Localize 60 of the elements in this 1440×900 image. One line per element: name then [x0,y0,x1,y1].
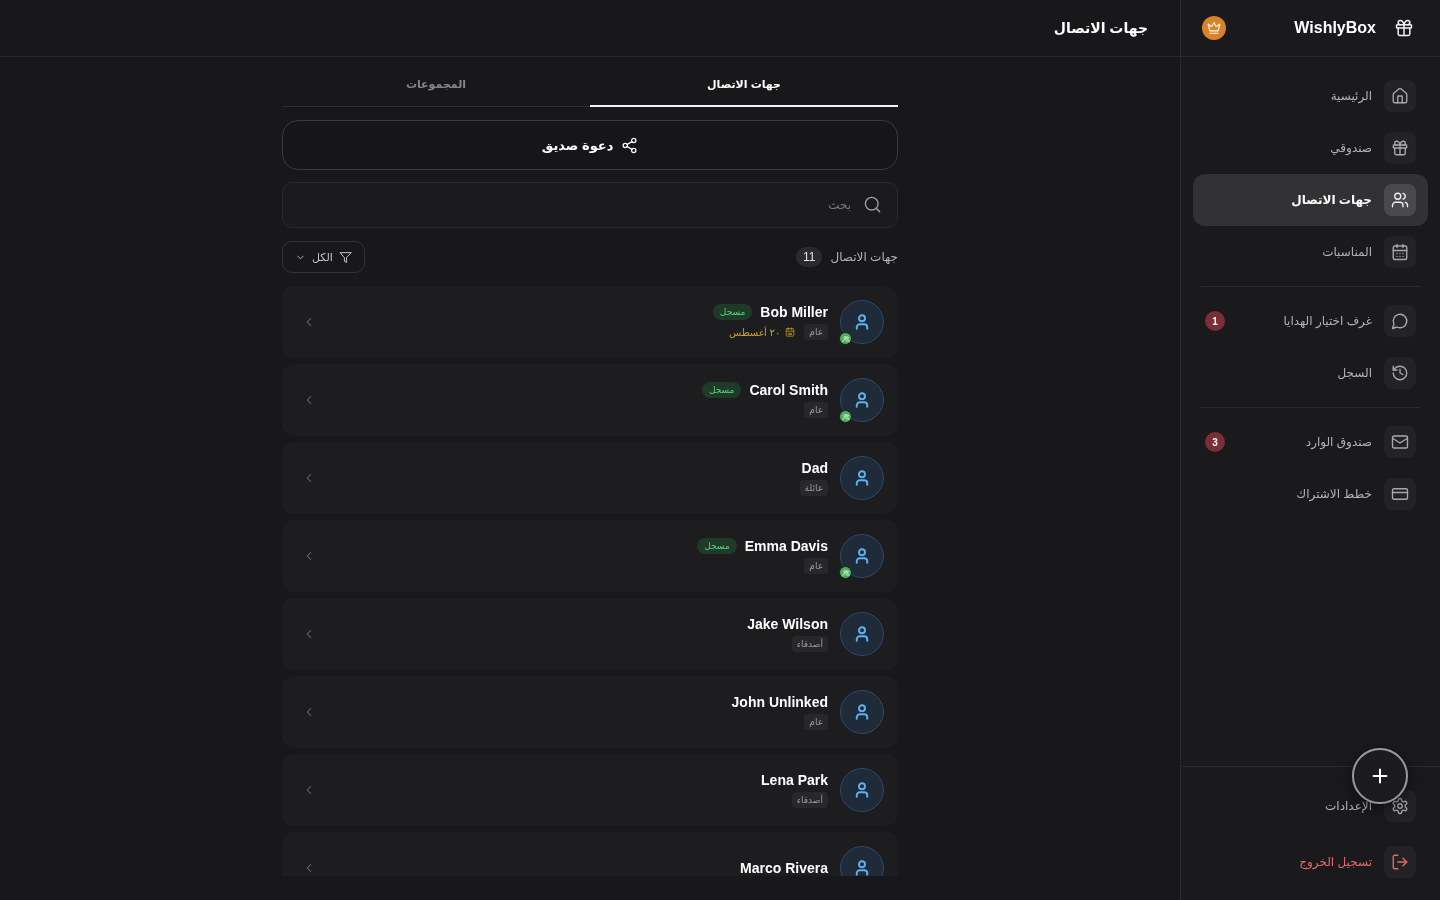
registered-badge: مسجل [697,538,737,554]
nav-item[interactable]: السجل [1193,347,1428,399]
invite-button[interactable]: دعوة صديق [282,120,898,170]
avatar-icon [840,612,884,656]
tab[interactable]: جهات الاتصال [590,59,898,107]
contact-name: Jake Wilson [747,616,828,632]
tab[interactable]: المجموعات [282,59,590,107]
avatar-icon [840,690,884,734]
contact-name: John Unlinked [731,694,828,710]
gift-icon [1394,18,1414,38]
envelope-icon [1384,426,1416,458]
nav-item[interactable]: المناسبات [1193,226,1428,278]
gift-icon [1384,132,1416,164]
contact-name: Emma Davis [744,538,828,554]
group-tag: عام [804,558,828,574]
avatar-icon [840,300,884,344]
calendar-icon [785,327,796,337]
group-tag: أصدقاء [791,792,828,808]
calendar-icon [1384,236,1416,268]
nav-item[interactable]: صندوقي [1193,122,1428,174]
nav-item[interactable]: الرئيسية [1193,70,1428,122]
group-tag: عائلة [799,480,828,496]
avatar-icon [840,768,884,812]
people-icon [1384,184,1416,216]
contact-name: Lena Park [761,772,828,788]
group-tag: عام [804,714,828,730]
contact-name: Carol Smith [749,382,828,398]
nav-item[interactable]: تسجيل الخروج [1193,836,1428,888]
filter-icon [338,250,352,264]
nav-item[interactable]: جهات الاتصال [1193,174,1428,226]
brand-name: WishlyBox [1294,19,1376,37]
page-title: جهات الاتصال [1053,20,1148,36]
avatar-icon [840,534,884,578]
chat-bubble-icon [1384,305,1416,337]
event-date: ٢٠ أغسطس [728,326,781,338]
share-icon [621,136,639,154]
logout-icon [1384,846,1416,878]
registered-badge: مسجل [701,382,742,398]
contact-card[interactable]: Marco Rivera [282,832,898,876]
contact-name: Bob Miller [760,304,828,320]
filter-button[interactable]: الكل [282,241,365,273]
group-tag: عام [804,324,828,340]
contact-name: Marco Rivera [740,860,828,876]
count-badge: 3 [1205,432,1225,452]
count-badge: 11 [796,247,823,267]
search-icon [863,195,882,214]
history-icon [1384,357,1416,389]
group-tag: عام [804,402,828,418]
credit-card-icon [1384,478,1416,510]
contact-name: Dad [801,460,828,476]
count-badge: 1 [1205,311,1225,331]
search-field[interactable]: بحث [282,182,898,228]
nav-item[interactable]: خطط الاشتراك [1193,468,1428,520]
registered-badge: مسجل [712,304,753,320]
crown-icon [1202,16,1226,40]
avatar-icon [840,378,884,422]
group-tag: أصدقاء [791,636,828,652]
avatar-icon [840,456,884,500]
house-icon [1384,80,1416,112]
contacts-count-label: جهات الاتصال [830,250,898,264]
